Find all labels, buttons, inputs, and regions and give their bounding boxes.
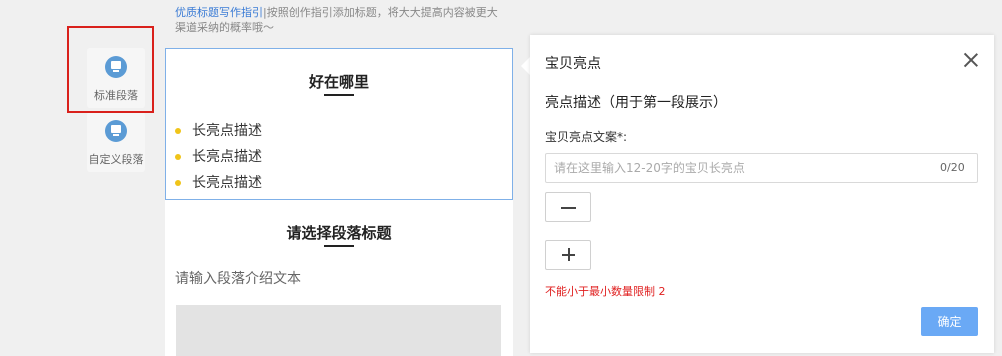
highlight-annotation-box xyxy=(67,26,154,113)
title-underline xyxy=(324,94,354,96)
block-title-text: 好在哪里 xyxy=(308,73,369,91)
custom-paragraph-button[interactable]: 自定义段落 xyxy=(87,112,145,172)
paragraph-intro-input[interactable]: 请输入段落介绍文本 xyxy=(175,268,301,288)
highlight-bullet-list: 长亮点描述 长亮点描述 长亮点描述 xyxy=(175,120,262,198)
bullet-text: 长亮点描述 xyxy=(192,175,262,191)
bullet-dot-icon xyxy=(175,128,181,134)
highlight-text-input[interactable] xyxy=(545,153,978,183)
block-title: 好在哪里 xyxy=(166,71,512,96)
bullet-dot-icon xyxy=(175,180,181,186)
list-item: 长亮点描述 xyxy=(175,146,262,172)
add-item-button[interactable] xyxy=(545,240,591,270)
paragraph-icon xyxy=(105,120,127,142)
panel-pointer-arrow xyxy=(521,57,530,75)
title-guide-hint: 优质标题写作指引|按照创作指引添加标题，将大大提高内容被更大渠道采纳的概率哦～ xyxy=(175,5,505,35)
panel-title: 宝贝亮点 xyxy=(545,56,601,72)
highlight-edit-panel: 宝贝亮点 亮点描述（用于第一段展示） 宝贝亮点文案*: 0/20 不能小于最小数… xyxy=(530,35,994,353)
bullet-text: 长亮点描述 xyxy=(192,149,262,165)
paragraph-title-select[interactable]: 请选择段落标题 xyxy=(165,222,513,247)
custom-paragraph-label: 自定义段落 xyxy=(88,153,144,166)
validation-error: 不能小于最小数量限制 2 xyxy=(545,285,666,298)
title-guide-link[interactable]: 优质标题写作指引 xyxy=(175,6,263,19)
char-counter: 0/20 xyxy=(940,161,965,174)
paragraph-title-text: 请选择段落标题 xyxy=(286,224,392,242)
image-placeholder[interactable] xyxy=(176,305,501,356)
bullet-dot-icon xyxy=(175,154,181,160)
list-item: 长亮点描述 xyxy=(175,120,262,146)
minus-icon xyxy=(561,207,576,209)
remove-item-button[interactable] xyxy=(545,192,591,222)
bullet-text: 长亮点描述 xyxy=(192,123,262,139)
list-item: 长亮点描述 xyxy=(175,172,262,198)
section-heading: 亮点描述（用于第一段展示） xyxy=(545,95,727,111)
close-icon[interactable] xyxy=(962,51,980,69)
field-label: 宝贝亮点文案*: xyxy=(545,130,628,144)
title-underline xyxy=(324,245,354,247)
confirm-button[interactable]: 确定 xyxy=(921,307,978,336)
